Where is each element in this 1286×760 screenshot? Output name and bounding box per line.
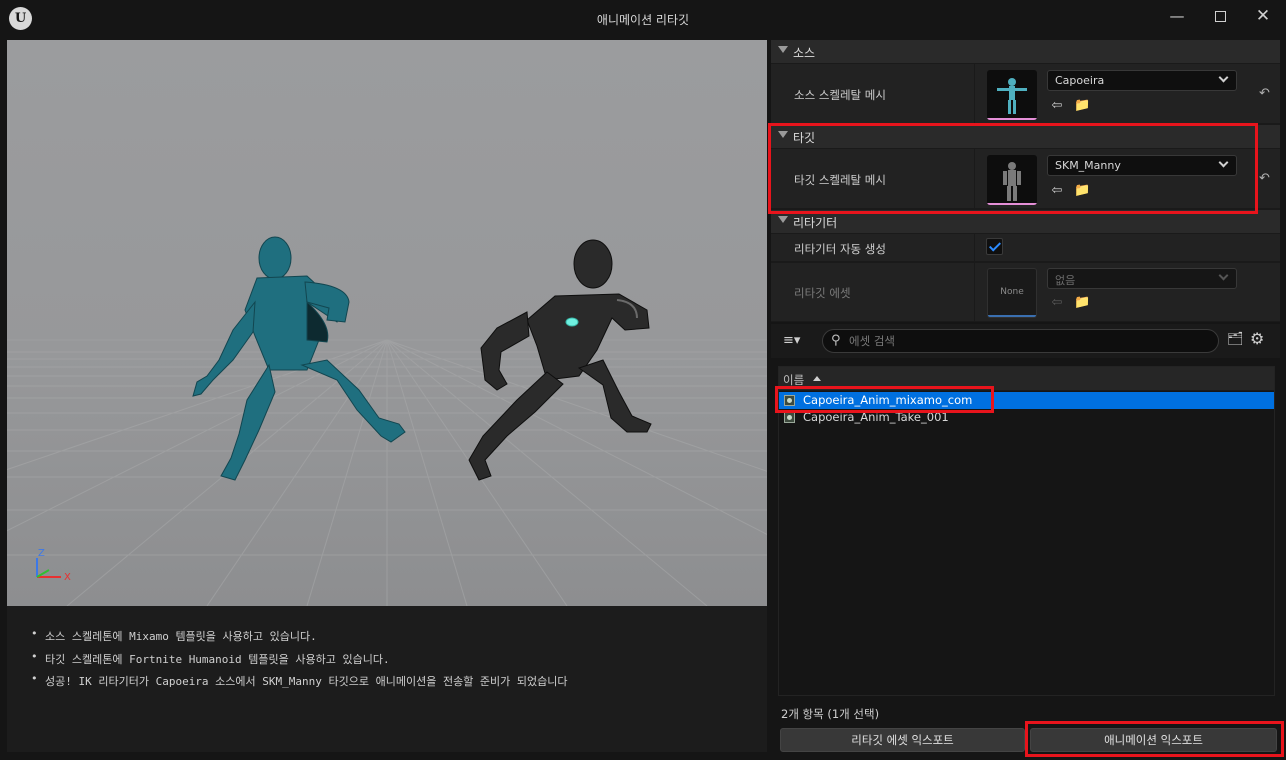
target-mesh-row: 타깃 스켈레탈 메시 SKM_Manny ⇦ 📁 ↶	[771, 149, 1280, 209]
search-box[interactable]: ⚲	[822, 329, 1219, 353]
chevron-down-icon	[1218, 157, 1229, 168]
preview-viewport[interactable]: Z X	[7, 40, 767, 606]
window-title: 애니메이션 리타깃	[596, 13, 690, 27]
sort-ascending-icon	[813, 376, 821, 381]
list-item[interactable]: Capoeira_Anim_Take_001	[779, 409, 1274, 426]
asset-list: 이름 Capoeira_Anim_mixamo_com Capoeira_Ani…	[778, 366, 1275, 696]
asset-name: Capoeira_Anim_Take_001	[803, 410, 949, 424]
retarget-asset-dropdown: 없음	[1047, 268, 1237, 289]
use-selected-arrow-icon[interactable]: ⇦	[1049, 183, 1065, 199]
axis-gizmo	[36, 558, 61, 578]
export-retarget-asset-button[interactable]: 리타깃 에셋 익스포트	[780, 728, 1025, 752]
export-animation-button[interactable]: 애니메이션 익스포트	[1030, 728, 1277, 752]
source-mesh-dropdown[interactable]: Capoeira	[1047, 70, 1237, 91]
collapse-arrow-icon[interactable]	[778, 216, 788, 223]
source-mesh-value: Capoeira	[1055, 74, 1105, 87]
maximize-button[interactable]	[1202, 4, 1238, 28]
section-retargeter-title: 리타기터	[793, 216, 838, 230]
target-mesh-value: SKM_Manny	[1055, 159, 1121, 172]
chevron-down-icon	[1218, 72, 1229, 83]
search-icon: ⚲	[831, 333, 841, 348]
target-mesh-thumbnail[interactable]	[987, 155, 1037, 205]
browse-folder-icon: 📁	[1074, 295, 1091, 310]
use-selected-arrow-icon: ⇦	[1051, 295, 1063, 310]
section-retargeter-header[interactable]: 리타기터	[771, 210, 1280, 233]
target-character	[468, 239, 652, 481]
target-mesh-label: 타깃 스켈레탈 메시	[794, 173, 886, 187]
details-panel: 소스 소스 스켈레탈 메시 Capoeira ⇦ 📁 ↶ 타깃 타깃 스켈레탈 메…	[771, 40, 1280, 322]
chevron-down-icon	[1218, 270, 1229, 281]
retarget-asset-value: 없음	[1055, 274, 1076, 287]
log-line: 성공! IK 리타기터가 Capoeira 소스에서 SKM_Manny 타깃으…	[31, 672, 767, 696]
filter-icon[interactable]: ≡▾	[783, 333, 800, 348]
log-line: 소스 스켈레톤에 Mixamo 템플릿을 사용하고 있습니다.	[31, 627, 767, 651]
auto-generate-label: 리타기터 자동 생성	[794, 242, 886, 256]
source-mesh-row: 소스 스켈레탈 메시 Capoeira ⇦ 📁 ↶	[771, 64, 1280, 124]
collapse-arrow-icon[interactable]	[778, 46, 788, 53]
gear-icon[interactable]: ⚙	[1250, 329, 1264, 348]
retarget-asset-label: 리타깃 에셋	[794, 286, 851, 300]
asset-search-input[interactable]	[849, 333, 1209, 349]
section-target-header[interactable]: 타깃	[771, 125, 1280, 148]
column-header-name[interactable]: 이름	[779, 367, 1274, 391]
asset-browser-toolbar: ≡▾ ⚲ 🗂 ⚙	[771, 324, 1280, 358]
source-mesh-label: 소스 스켈레탈 메시	[794, 88, 886, 102]
browse-folder-icon[interactable]: 📁	[1074, 98, 1090, 114]
browse-folder-icon[interactable]: 📁	[1074, 183, 1090, 199]
use-selected-arrow-icon[interactable]: ⇦	[1049, 98, 1065, 114]
column-name-label: 이름	[783, 373, 805, 387]
list-item[interactable]: Capoeira_Anim_mixamo_com	[779, 392, 1274, 409]
auto-generate-row: 리타기터 자동 생성	[771, 234, 1280, 262]
minimize-button[interactable]: —	[1159, 4, 1195, 28]
close-button[interactable]: ✕	[1245, 4, 1281, 28]
source-mesh-thumbnail[interactable]	[987, 70, 1037, 120]
auto-generate-checkbox[interactable]	[986, 238, 1003, 255]
target-mesh-dropdown[interactable]: SKM_Manny	[1047, 155, 1237, 176]
item-count-text: 2개 항목 (1개 선택)	[781, 707, 880, 721]
animation-asset-icon	[784, 395, 795, 406]
section-target-title: 타깃	[793, 131, 816, 145]
section-source-header[interactable]: 소스	[771, 40, 1280, 63]
folder-icon[interactable]: 🗂	[1227, 332, 1244, 347]
reset-to-default-icon[interactable]: ↶	[1259, 171, 1270, 186]
reset-to-default-icon[interactable]: ↶	[1259, 86, 1270, 101]
message-log: 소스 스켈레톤에 Mixamo 템플릿을 사용하고 있습니다. 타깃 스켈레톤에…	[7, 606, 767, 752]
log-line: 타깃 스켈레톤에 Fortnite Humanoid 템플릿을 사용하고 있습니…	[31, 650, 767, 674]
section-source-title: 소스	[793, 46, 816, 60]
axis-x-label: X	[64, 572, 71, 583]
retarget-asset-thumbnail: None	[987, 268, 1037, 318]
retarget-asset-row: 리타깃 에셋 None 없음 ⇦ 📁	[771, 263, 1280, 322]
axis-z-label: Z	[38, 548, 45, 559]
thumbnail-none-text: None	[1000, 287, 1024, 297]
floor-grid	[7, 339, 767, 606]
animation-asset-icon	[784, 412, 795, 423]
asset-name: Capoeira_Anim_mixamo_com	[803, 393, 973, 407]
collapse-arrow-icon[interactable]	[778, 131, 788, 138]
title-bar: U 애니메이션 리타깃 — ✕	[0, 0, 1286, 38]
